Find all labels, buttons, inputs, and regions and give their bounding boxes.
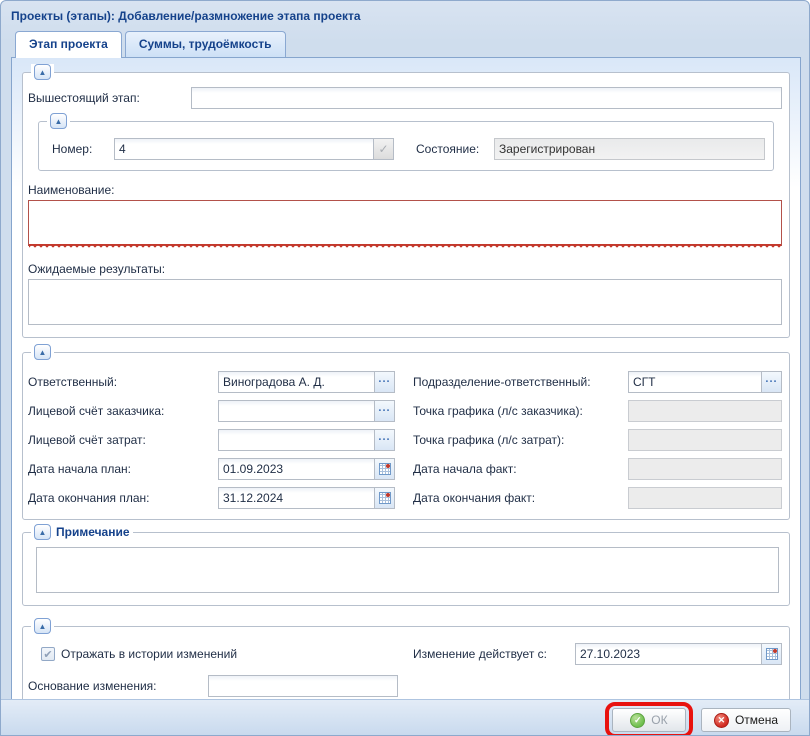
title-bar: Проекты (этапы): Добавление/размножение … xyxy=(1,1,809,31)
start-date-fact-field xyxy=(628,458,782,480)
end-date-plan-calendar-icon[interactable] xyxy=(374,487,395,509)
form-panel: ▲ Вышестоящий этап: ▲ Номер: ✓ xyxy=(11,57,801,701)
tab-stage[interactable]: Этап проекта xyxy=(15,31,122,58)
parent-stage-label: Вышестоящий этап: xyxy=(28,91,191,105)
number-label: Номер: xyxy=(52,142,114,156)
tab-stage-label: Этап проекта xyxy=(29,37,108,51)
schedule-point-cost-label: Точка графика (л/с затрат): xyxy=(413,433,628,447)
start-date-plan-input[interactable] xyxy=(218,458,374,480)
button-bar: ✓ ОК ✕ Отмена xyxy=(1,699,809,735)
cost-account-input[interactable] xyxy=(218,429,374,451)
invalid-underline xyxy=(29,244,781,248)
change-effective-date-label: Изменение действует с: xyxy=(413,647,575,661)
collapse-icon[interactable]: ▲ xyxy=(34,524,51,540)
responsible-label: Ответственный: xyxy=(28,375,218,389)
tab-sums-label: Суммы, трудоёмкость xyxy=(139,37,272,51)
note-legend: Примечание xyxy=(56,525,130,539)
customer-account-lookup-icon[interactable]: ... xyxy=(374,400,395,422)
expected-results-label: Ожидаемые результаты: xyxy=(28,262,165,276)
collapse-icon[interactable]: ▲ xyxy=(50,113,67,129)
end-date-plan-label: Дата окончания план: xyxy=(28,491,218,505)
change-date-calendar-icon[interactable] xyxy=(761,643,782,665)
cancel-button-label: Отмена xyxy=(735,713,778,727)
change-reason-label: Основание изменения: xyxy=(28,679,208,693)
cancel-x-icon: ✕ xyxy=(714,713,729,728)
end-date-fact-field xyxy=(628,487,782,509)
start-date-plan-calendar-icon[interactable] xyxy=(374,458,395,480)
cancel-button[interactable]: ✕ Отмена xyxy=(701,708,791,732)
state-label: Состояние: xyxy=(416,142,494,156)
collapse-icon[interactable]: ▲ xyxy=(34,344,51,360)
fieldset-history: ▲ ✔ Отражать в истории изменений Изменен… xyxy=(22,626,790,710)
expected-results-textarea[interactable] xyxy=(28,279,782,325)
window-title: Проекты (этапы): Добавление/размножение … xyxy=(11,9,361,23)
history-checkbox[interactable]: ✔ xyxy=(41,647,55,661)
highlight-annotation: ✓ ОК xyxy=(605,702,693,736)
fieldset-main: ▲ Вышестоящий этап: ▲ Номер: ✓ xyxy=(22,72,790,338)
fieldset-number-state: ▲ Номер: ✓ Состояние: xyxy=(38,121,774,171)
collapse-icon[interactable]: ▲ xyxy=(34,64,51,80)
change-effective-date-input[interactable] xyxy=(575,643,761,665)
name-label: Наименование: xyxy=(28,183,115,197)
ok-check-icon: ✓ xyxy=(630,713,645,728)
start-date-fact-label: Дата начала факт: xyxy=(413,462,628,476)
responsible-department-input[interactable] xyxy=(628,371,761,393)
ok-button-label: ОК xyxy=(651,713,667,727)
collapse-icon[interactable]: ▲ xyxy=(34,618,51,634)
state-readonly-field xyxy=(494,138,765,160)
customer-account-input[interactable] xyxy=(218,400,374,422)
fieldset-details: ▲ Ответственный: ... Подразделение-ответ… xyxy=(22,352,790,520)
ok-button[interactable]: ✓ ОК xyxy=(612,708,686,732)
cost-account-lookup-icon[interactable]: ... xyxy=(374,429,395,451)
responsible-lookup-icon[interactable]: ... xyxy=(374,371,395,393)
fieldset-note: ▲ Примечание xyxy=(22,532,790,606)
end-date-fact-label: Дата окончания факт: xyxy=(413,491,628,505)
schedule-point-customer-label: Точка графика (л/с заказчика): xyxy=(413,404,628,418)
schedule-point-customer-field xyxy=(628,400,782,422)
customer-account-label: Лицевой счёт заказчика: xyxy=(28,404,218,418)
end-date-plan-input[interactable] xyxy=(218,487,374,509)
responsible-department-label: Подразделение-ответственный: xyxy=(413,375,628,389)
number-input[interactable] xyxy=(114,138,373,160)
parent-stage-input[interactable] xyxy=(191,87,782,109)
tab-sums[interactable]: Суммы, трудоёмкость xyxy=(125,31,286,57)
note-textarea[interactable] xyxy=(36,547,779,593)
tab-strip: Этап проекта Суммы, трудоёмкость xyxy=(15,31,286,58)
name-textarea[interactable] xyxy=(28,200,782,246)
change-reason-input[interactable] xyxy=(208,675,398,697)
number-apply-icon[interactable]: ✓ xyxy=(373,138,394,160)
department-lookup-icon[interactable]: ... xyxy=(761,371,782,393)
cost-account-label: Лицевой счёт затрат: xyxy=(28,433,218,447)
schedule-point-cost-field xyxy=(628,429,782,451)
history-checkbox-label: Отражать в истории изменений xyxy=(61,647,237,661)
start-date-plan-label: Дата начала план: xyxy=(28,462,218,476)
dialog-window: Проекты (этапы): Добавление/размножение … xyxy=(0,0,810,736)
responsible-input[interactable] xyxy=(218,371,374,393)
